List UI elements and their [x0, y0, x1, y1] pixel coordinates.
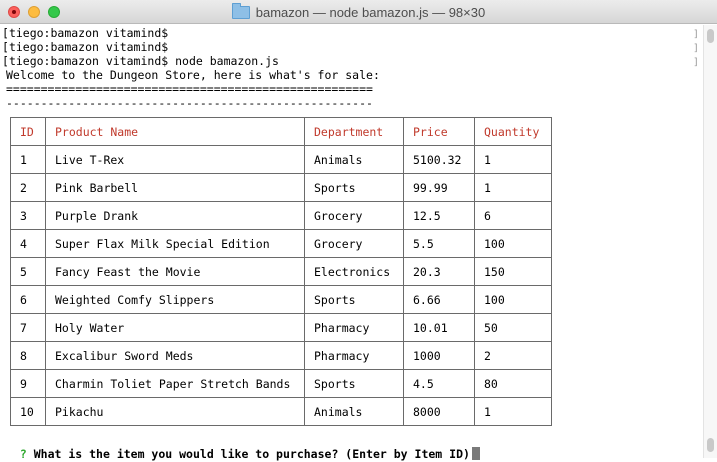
cell-department: Sports: [304, 285, 404, 314]
cell-price: 8000: [403, 397, 475, 426]
col-header-price: Price: [403, 117, 475, 146]
history-line-2: [tiego:bamazon vitamind$: [2, 40, 169, 54]
prompt-question: What is the item you would like to purch…: [33, 447, 470, 461]
col-header-id: ID: [10, 117, 46, 146]
scroll-thumb-top[interactable]: [707, 29, 714, 43]
cell-product-name: Weighted Comfy Slippers: [45, 285, 305, 314]
scroll-thumb[interactable]: [707, 438, 714, 452]
cell-department: Sports: [304, 369, 404, 398]
title-bar: bamazon — node bamazon.js — 98×30: [0, 0, 717, 24]
cell-quantity: 1: [474, 145, 552, 174]
purchase-prompt[interactable]: ? What is the item you would like to pur…: [6, 430, 480, 461]
cell-id: 7: [10, 313, 46, 342]
cell-price: 1000: [403, 341, 475, 370]
cell-quantity: 100: [474, 285, 552, 314]
cell-department: Grocery: [304, 229, 404, 258]
folder-icon: [231, 2, 250, 19]
table-row: 5 Fancy Feast the Movie Electronics 20.3…: [10, 257, 552, 286]
cell-quantity: 150: [474, 257, 552, 286]
cell-id: 9: [10, 369, 46, 398]
table-row: 4 Super Flax Milk Special Edition Grocer…: [10, 229, 552, 258]
cell-product-name: Holy Water: [45, 313, 305, 342]
cell-product-name: Super Flax Milk Special Edition: [45, 229, 305, 258]
cell-id: 1: [10, 145, 46, 174]
cell-price: 4.5: [403, 369, 475, 398]
cell-price: 10.01: [403, 313, 475, 342]
cell-quantity: 1: [474, 397, 552, 426]
cell-quantity: 80: [474, 369, 552, 398]
cell-price: 5.5: [403, 229, 475, 258]
text-cursor: [471, 447, 480, 460]
cell-quantity: 100: [474, 229, 552, 258]
cell-id: 5: [10, 257, 46, 286]
cell-id: 2: [10, 173, 46, 202]
table-row: 1 Live T-Rex Animals 5100.32 1: [10, 145, 552, 174]
cell-price: 20.3: [403, 257, 475, 286]
product-table: ID Product Name Department Price Quantit…: [10, 117, 552, 426]
col-header-quantity: Quantity: [474, 117, 552, 146]
table-row: 3 Purple Drank Grocery 12.5 6: [10, 201, 552, 230]
cell-product-name: Pikachu: [45, 397, 305, 426]
table-row: 6 Weighted Comfy Slippers Sports 6.66 10…: [10, 285, 552, 314]
cell-product-name: Fancy Feast the Movie: [45, 257, 305, 286]
window-title-area: bamazon — node bamazon.js — 98×30: [0, 0, 717, 24]
cell-product-name: Charmin Toliet Paper Stretch Bands: [45, 369, 305, 398]
cell-product-name: Live T-Rex: [45, 145, 305, 174]
table-row: 10 Pikachu Animals 8000 1: [10, 397, 552, 426]
prompt-marker: ?: [19, 447, 27, 461]
cell-id: 3: [10, 201, 46, 230]
col-header-product-name: Product Name: [45, 117, 305, 146]
table-row: 2 Pink Barbell Sports 99.99 1: [10, 173, 552, 202]
line-mark-icon: ]: [692, 29, 699, 40]
cell-price: 5100.32: [403, 145, 475, 174]
divider-single: ----------------------------------------…: [6, 96, 373, 110]
line-mark-icon: ]: [692, 43, 699, 54]
cell-product-name: Purple Drank: [45, 201, 305, 230]
cell-department: Pharmacy: [304, 313, 404, 342]
table-header-row: ID Product Name Department Price Quantit…: [10, 117, 552, 146]
cell-quantity: 2: [474, 341, 552, 370]
history-line-3: [tiego:bamazon vitamind$ node bamazon.js: [2, 54, 279, 68]
cell-department: Animals: [304, 145, 404, 174]
cell-quantity: 1: [474, 173, 552, 202]
window-title: bamazon — node bamazon.js — 98×30: [255, 4, 486, 20]
cell-quantity: 50: [474, 313, 552, 342]
line-mark-icon: ]: [692, 57, 699, 68]
cell-id: 8: [10, 341, 46, 370]
cell-department: Electronics: [304, 257, 404, 286]
cell-quantity: 6: [474, 201, 552, 230]
cell-id: 10: [10, 397, 46, 426]
history-line-1: [tiego:bamazon vitamind$: [2, 26, 169, 40]
cell-product-name: Excalibur Sword Meds: [45, 341, 305, 370]
cell-department: Animals: [304, 397, 404, 426]
cell-id: 6: [10, 285, 46, 314]
cell-department: Grocery: [304, 201, 404, 230]
col-header-department: Department: [304, 117, 404, 146]
cell-price: 99.99: [403, 173, 475, 202]
cell-product-name: Pink Barbell: [45, 173, 305, 202]
line-marks: ] ] ]: [693, 28, 699, 70]
table-row: 9 Charmin Toliet Paper Stretch Bands Spo…: [10, 369, 552, 398]
table-row: 8 Excalibur Sword Meds Pharmacy 1000 2: [10, 341, 552, 370]
cell-department: Sports: [304, 173, 404, 202]
welcome-message: Welcome to the Dungeon Store, here is wh…: [6, 68, 380, 82]
cell-price: 6.66: [403, 285, 475, 314]
divider-double: ========================================…: [6, 82, 373, 96]
table-row: 7 Holy Water Pharmacy 10.01 50: [10, 313, 552, 342]
cell-price: 12.5: [403, 201, 475, 230]
cell-id: 4: [10, 229, 46, 258]
vertical-scrollbar[interactable]: [703, 25, 717, 458]
cell-department: Pharmacy: [304, 341, 404, 370]
